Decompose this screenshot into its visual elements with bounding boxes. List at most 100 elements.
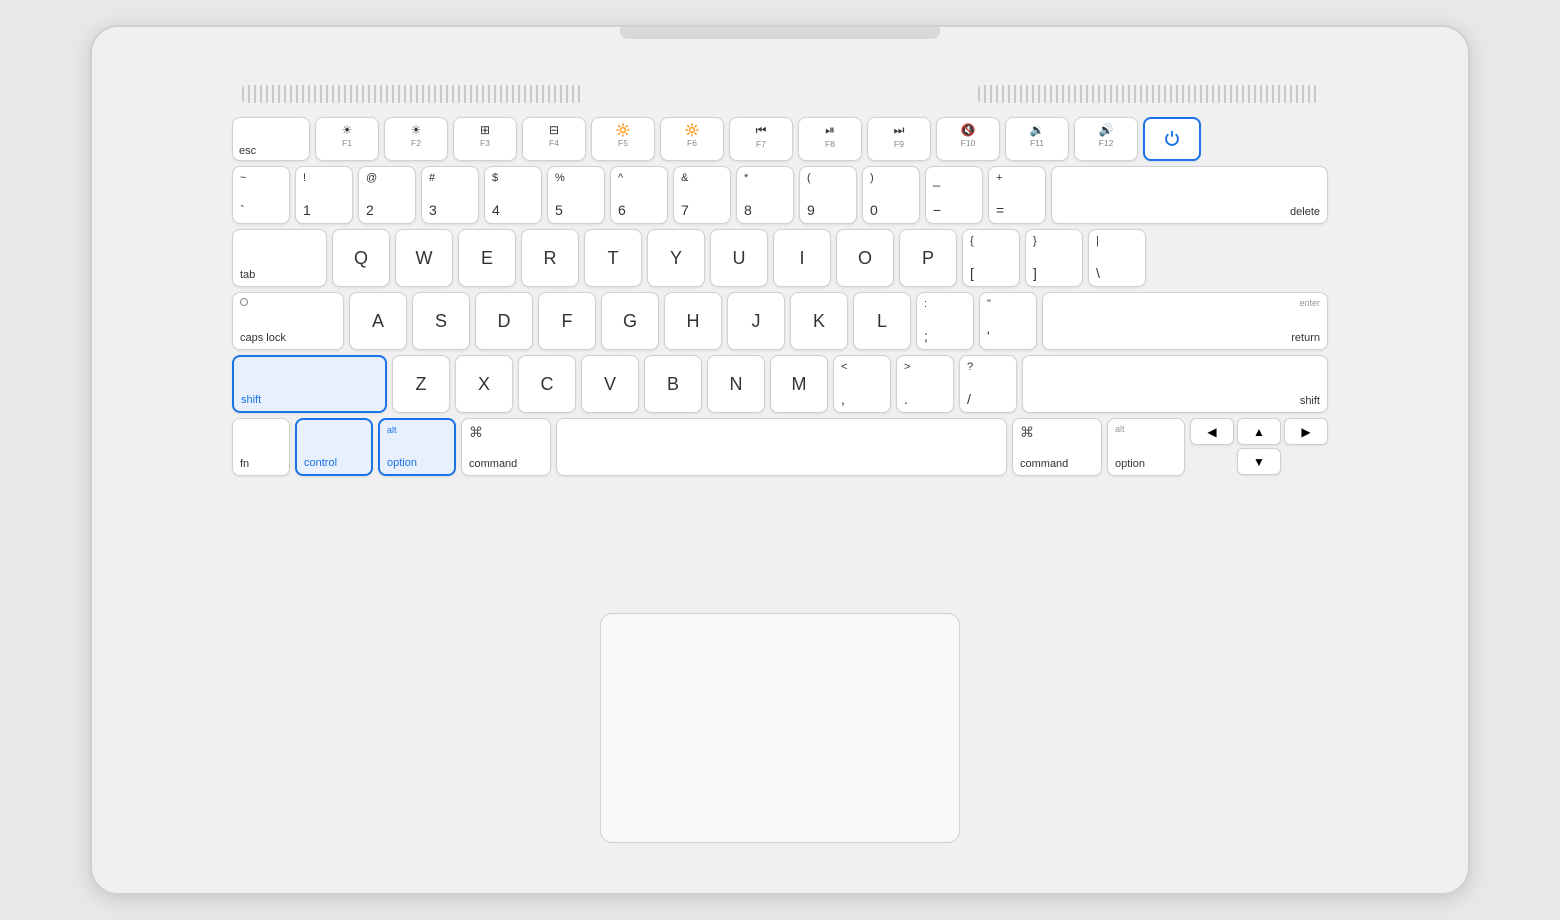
y-key[interactable]: Y (647, 229, 705, 287)
3-key[interactable]: # 3 (421, 166, 479, 224)
5-key[interactable]: % 5 (547, 166, 605, 224)
f10-key[interactable]: 🔇 F10 (936, 117, 1000, 161)
4-key[interactable]: $ 4 (484, 166, 542, 224)
f12-key[interactable]: 🔊 F12 (1074, 117, 1138, 161)
tab-label: tab (240, 269, 255, 281)
i-key[interactable]: I (773, 229, 831, 287)
7-key[interactable]: & 7 (673, 166, 731, 224)
x-key[interactable]: X (455, 355, 513, 413)
option-left-label: option (387, 457, 417, 469)
shift-left-key[interactable]: shift (232, 355, 387, 413)
minus-key[interactable]: _ − (925, 166, 983, 224)
2-key[interactable]: @ 2 (358, 166, 416, 224)
u-key[interactable]: U (710, 229, 768, 287)
3-char: 3 (429, 202, 437, 218)
h-key[interactable]: H (664, 292, 722, 350)
period-key[interactable]: > . (896, 355, 954, 413)
e-key[interactable]: E (458, 229, 516, 287)
arrow-up-key[interactable]: ▲ (1237, 418, 1281, 445)
f1-key[interactable]: ☀ F1 (315, 117, 379, 161)
p-key[interactable]: P (899, 229, 957, 287)
f-key[interactable]: F (538, 292, 596, 350)
8-key[interactable]: * 8 (736, 166, 794, 224)
quote-key[interactable]: " ' (979, 292, 1037, 350)
comma-key[interactable]: < , (833, 355, 891, 413)
dquote-char: " (987, 298, 991, 310)
close-bracket-key[interactable]: } ] (1025, 229, 1083, 287)
power-key[interactable] (1143, 117, 1201, 161)
6-key[interactable]: ^ 6 (610, 166, 668, 224)
semicolon-key[interactable]: : ; (916, 292, 974, 350)
esc-key[interactable]: esc (232, 117, 310, 161)
backtick-char: ` (240, 202, 245, 218)
v-char: V (604, 374, 616, 395)
percent-char: % (555, 172, 565, 184)
n-key[interactable]: N (707, 355, 765, 413)
control-key[interactable]: control (295, 418, 373, 476)
slash-key[interactable]: ? / (959, 355, 1017, 413)
arrow-up-down-col: ▲ ▼ (1237, 418, 1281, 476)
open-bracket-key[interactable]: { [ (962, 229, 1020, 287)
1-key[interactable]: ! 1 (295, 166, 353, 224)
f8-icon: ⏯ (825, 123, 835, 138)
f8-label: F8 (825, 139, 835, 149)
equals-key[interactable]: + = (988, 166, 1046, 224)
o-key[interactable]: O (836, 229, 894, 287)
0-key[interactable]: ) 0 (862, 166, 920, 224)
f2-label: F2 (411, 138, 421, 148)
9-key[interactable]: ( 9 (799, 166, 857, 224)
z-key[interactable]: Z (392, 355, 450, 413)
at-char: @ (366, 172, 377, 184)
shift-right-key[interactable]: shift (1022, 355, 1328, 413)
return-key[interactable]: enter return (1042, 292, 1328, 350)
f6-key[interactable]: 🔆 F6 (660, 117, 724, 161)
open-bracket-char: [ (970, 265, 974, 281)
f7-label: F7 (756, 139, 766, 149)
0-char: 0 (870, 202, 878, 218)
command-left-key[interactable]: ⌘ command (461, 418, 551, 476)
b-char: B (667, 374, 679, 395)
fn-key[interactable]: fn (232, 418, 290, 476)
d-key[interactable]: D (475, 292, 533, 350)
q-key[interactable]: Q (332, 229, 390, 287)
l-key[interactable]: L (853, 292, 911, 350)
backslash-key[interactable]: | \ (1088, 229, 1146, 287)
v-key[interactable]: V (581, 355, 639, 413)
c-key[interactable]: C (518, 355, 576, 413)
r-key[interactable]: R (521, 229, 579, 287)
number-row: ~ ` ! 1 @ 2 # 3 $ 4 % 5 (232, 166, 1328, 224)
f11-label: F11 (1030, 138, 1044, 148)
f4-key[interactable]: ⊟ F4 (522, 117, 586, 161)
delete-key[interactable]: delete (1051, 166, 1328, 224)
backtick-key[interactable]: ~ ` (232, 166, 290, 224)
tab-key[interactable]: tab (232, 229, 327, 287)
a-key[interactable]: A (349, 292, 407, 350)
f8-key[interactable]: ⏯ F8 (798, 117, 862, 161)
caps-lock-key[interactable]: caps lock (232, 292, 344, 350)
arrow-left-key[interactable]: ◀ (1190, 418, 1234, 445)
f9-key[interactable]: ⏭ F9 (867, 117, 931, 161)
f7-key[interactable]: ⏮ F7 (729, 117, 793, 161)
command-right-key[interactable]: ⌘ command (1012, 418, 1102, 476)
f5-key[interactable]: 🔆 F5 (591, 117, 655, 161)
b-key[interactable]: B (644, 355, 702, 413)
t-key[interactable]: T (584, 229, 642, 287)
spacebar-key[interactable] (556, 418, 1007, 476)
g-key[interactable]: G (601, 292, 659, 350)
7-char: 7 (681, 202, 689, 218)
arrow-right-key[interactable]: ▶ (1284, 418, 1328, 445)
arrow-down-key[interactable]: ▼ (1237, 448, 1281, 475)
option-right-key[interactable]: alt option (1107, 418, 1185, 476)
f2-key[interactable]: ☀ F2 (384, 117, 448, 161)
f11-key[interactable]: 🔉 F11 (1005, 117, 1069, 161)
esc-label: esc (239, 145, 256, 157)
trackpad[interactable] (600, 613, 960, 843)
s-key[interactable]: S (412, 292, 470, 350)
plus-char: + (996, 172, 1002, 184)
m-key[interactable]: M (770, 355, 828, 413)
option-left-key[interactable]: alt option (378, 418, 456, 476)
j-key[interactable]: J (727, 292, 785, 350)
f3-key[interactable]: ⊞ F3 (453, 117, 517, 161)
w-key[interactable]: W (395, 229, 453, 287)
k-key[interactable]: K (790, 292, 848, 350)
